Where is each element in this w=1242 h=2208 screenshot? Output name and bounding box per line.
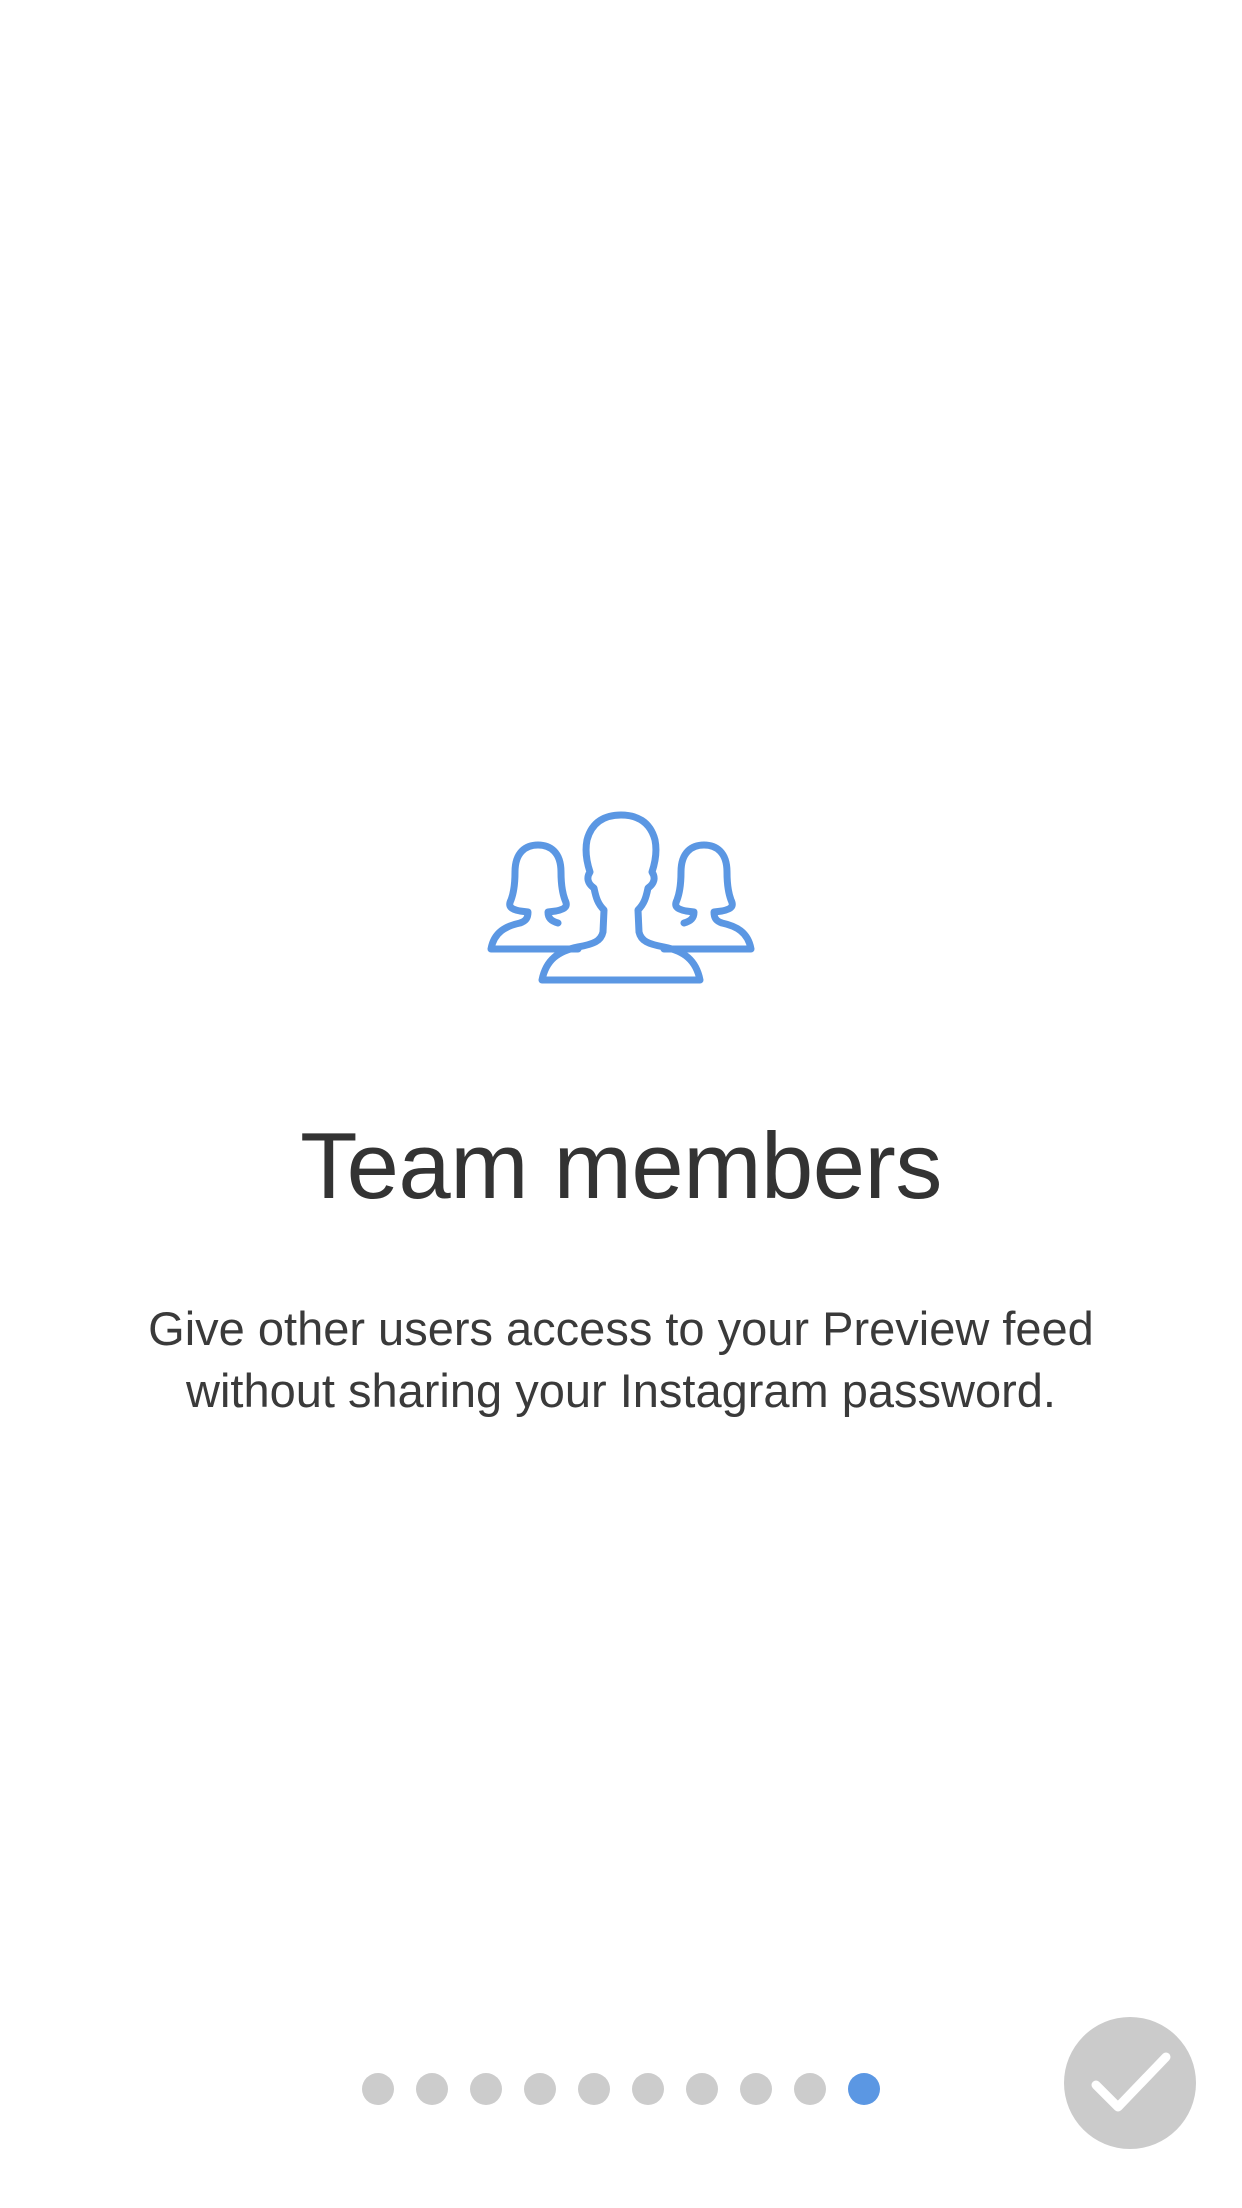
- checkmark-icon: [1091, 2052, 1171, 2112]
- page-dot-5[interactable]: [578, 2073, 610, 2105]
- page-indicator[interactable]: [362, 2073, 880, 2105]
- page-title: Team members: [300, 1113, 942, 1218]
- page-dot-6[interactable]: [632, 2073, 664, 2105]
- page-dot-8[interactable]: [740, 2073, 772, 2105]
- page-dot-9[interactable]: [794, 2073, 826, 2105]
- page-dot-10-active[interactable]: [848, 2073, 880, 2105]
- page-dot-4[interactable]: [524, 2073, 556, 2105]
- team-members-icon: [486, 810, 756, 986]
- page-dot-1[interactable]: [362, 2073, 394, 2105]
- page-dot-7[interactable]: [686, 2073, 718, 2105]
- done-button[interactable]: [1064, 2017, 1196, 2149]
- page-description: Give other users access to your Preview …: [148, 1302, 1094, 1417]
- page-dot-2[interactable]: [416, 2073, 448, 2105]
- page-dot-3[interactable]: [470, 2073, 502, 2105]
- onboarding-screen: Team members Give other users access to …: [0, 0, 1242, 2208]
